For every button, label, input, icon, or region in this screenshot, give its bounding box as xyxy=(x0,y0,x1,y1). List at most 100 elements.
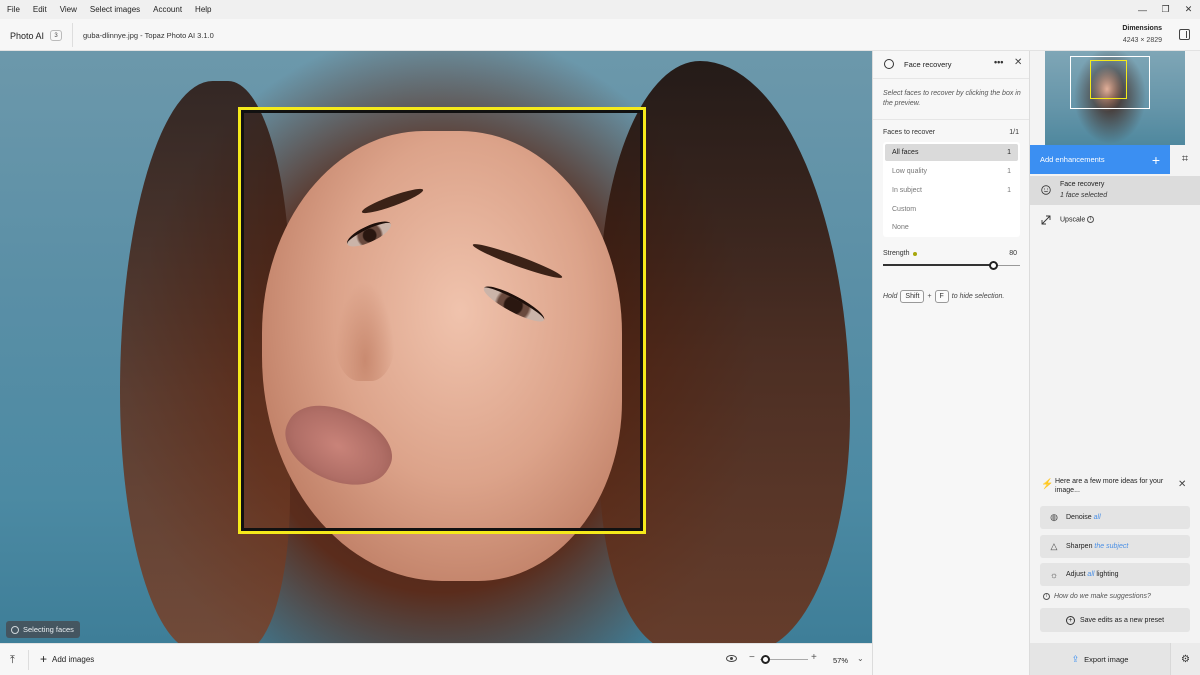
zoom-in-button[interactable]: + xyxy=(811,652,817,663)
export-image-button[interactable]: ⇪ Export image xyxy=(1030,643,1170,675)
add-images-button[interactable]: + Add images xyxy=(40,652,95,666)
save-preset-button[interactable]: + Save edits as a new preset xyxy=(1040,608,1190,632)
export-settings-icon[interactable]: ⚙ xyxy=(1170,643,1200,675)
how-suggestions-link[interactable]: i How do we make suggestions? xyxy=(1041,593,1151,600)
face-option-count: 1 xyxy=(1007,187,1011,194)
close-icon[interactable]: ✕ xyxy=(1178,479,1186,490)
save-preset-label: Save edits as a new preset xyxy=(1079,616,1165,624)
hint-suffix: to hide selection. xyxy=(951,293,1005,300)
dimensions-value: 4243 × 2829 xyxy=(1122,37,1162,44)
plus-icon: + xyxy=(40,652,48,666)
face-option-custom[interactable]: Custom xyxy=(885,201,1018,218)
add-images-label: Add images xyxy=(52,654,95,664)
enhancement-sub: 1 face selected xyxy=(1060,192,1108,199)
suggestion-text: Adjust all lighting xyxy=(1066,571,1119,578)
eye-icon[interactable] xyxy=(726,655,737,662)
info-icon: i xyxy=(1043,593,1050,600)
panel-divider xyxy=(873,119,1029,120)
suggestion-denoise[interactable]: ◍ Denoise all xyxy=(1040,506,1190,529)
image-preview[interactable]: Selecting faces xyxy=(0,51,872,643)
menu-view[interactable]: View xyxy=(53,5,83,14)
zoom-value[interactable]: 57% xyxy=(833,656,848,665)
lightning-icon: ⚡ xyxy=(1041,479,1054,490)
add-enhancements-label: Add enhancements xyxy=(1040,155,1105,164)
app-name[interactable]: Photo AI xyxy=(10,31,44,41)
info-icon[interactable]: i xyxy=(1087,216,1095,223)
export-icon: ⇪ xyxy=(1071,653,1080,664)
close-icon[interactable]: ✕ xyxy=(1014,57,1022,68)
hint-prefix: Hold xyxy=(883,293,898,300)
menu-help[interactable]: Help xyxy=(188,5,217,14)
enhancement-face-recovery[interactable]: Face recovery 1 face selected xyxy=(1030,176,1200,205)
faces-to-recover-label: Faces to recover xyxy=(883,129,936,136)
face-option-all[interactable]: All faces 1 xyxy=(885,144,1018,161)
title-divider xyxy=(72,23,73,47)
how-suggestions-label: How do we make suggestions? xyxy=(1054,593,1151,600)
face-recovery-help: Select faces to recover by clicking the … xyxy=(883,90,1021,107)
strength-value[interactable]: 80 xyxy=(1009,250,1017,257)
suggestion-adjust-lighting[interactable]: ☼ Adjust all lighting xyxy=(1040,563,1190,586)
shift-key: Shift xyxy=(900,290,925,303)
face-option-label: None xyxy=(892,224,909,231)
restore-button[interactable]: ❐ xyxy=(1154,0,1177,19)
suggestion-scope: all xyxy=(1093,514,1101,521)
face-recovery-header: Face recovery ••• ✕ xyxy=(873,51,1029,79)
suggestion-suffix: lighting xyxy=(1096,571,1119,578)
suggestion-text: Sharpen the subject xyxy=(1066,543,1128,550)
status-badge: Selecting faces xyxy=(6,621,80,638)
suggestion-scope: the subject xyxy=(1094,543,1129,550)
window-controls: — ❐ ✕ xyxy=(1131,0,1200,19)
suggestion-action: Adjust xyxy=(1066,571,1086,578)
bottom-toolbar: ⤒ + Add images − + 57% ⌄ xyxy=(0,643,872,675)
smile-icon xyxy=(11,625,19,634)
navigator-thumbnail[interactable] xyxy=(1045,51,1185,145)
face-option-count: 1 xyxy=(1007,168,1011,175)
sun-icon: ☼ xyxy=(1049,569,1059,580)
face-option-in-subject[interactable]: In subject 1 xyxy=(885,182,1018,199)
add-enhancements-button[interactable]: Add enhancements + xyxy=(1030,145,1170,174)
face-recovery-title: Face recovery xyxy=(904,60,952,69)
suggestion-sharpen[interactable]: △ Sharpen the subject xyxy=(1040,535,1190,558)
file-title: guba-dlinnye.jpg - Topaz Photo AI 3.1.0 xyxy=(83,31,214,40)
face-option-low-quality[interactable]: Low quality 1 xyxy=(885,163,1018,180)
suggestion-text: Denoise all xyxy=(1066,514,1101,521)
strength-label-row: Strength xyxy=(883,250,918,257)
enhancement-upscale[interactable]: Upscale i xyxy=(1030,206,1200,235)
suggestions-title: Here are a few more ideas for your image… xyxy=(1055,478,1164,494)
faces-count: 1/1 xyxy=(1009,129,1019,136)
plus-circle-icon: + xyxy=(1065,615,1075,625)
minimize-button[interactable]: — xyxy=(1131,0,1154,19)
upload-icon[interactable]: ⤒ xyxy=(10,654,15,667)
dimensions-label: Dimensions xyxy=(1122,25,1162,32)
right-panel: Add enhancements + ⌗ Face recovery 1 fac… xyxy=(1030,51,1200,675)
face-option-label: Custom xyxy=(892,206,917,213)
strength-indicator-icon xyxy=(913,251,918,256)
zoom-out-button[interactable]: − xyxy=(749,652,755,663)
upscale-label: Upscale xyxy=(1060,216,1086,224)
plus-icon: + xyxy=(1151,151,1160,168)
face-option-none[interactable]: None xyxy=(885,219,1018,236)
crop-icon[interactable]: ⌗ xyxy=(1170,145,1200,174)
image-count-badge[interactable]: 3 xyxy=(50,30,62,41)
smile-icon xyxy=(884,59,894,69)
title-bar: Photo AI 3 guba-dlinnye.jpg - Topaz Phot… xyxy=(0,19,1200,51)
f-key: F xyxy=(934,290,949,303)
panel-toggle-icon[interactable] xyxy=(1179,29,1190,40)
face-selection-box[interactable] xyxy=(238,107,646,534)
menu-account[interactable]: Account xyxy=(146,5,188,14)
zoom-slider-thumb[interactable] xyxy=(760,655,770,664)
face-option-label: In subject xyxy=(892,187,922,194)
export-label: Export image xyxy=(1084,654,1129,664)
globe-icon: ◍ xyxy=(1050,512,1058,522)
strength-slider-thumb[interactable] xyxy=(988,261,998,270)
menu-select-images[interactable]: Select images xyxy=(83,5,146,14)
more-options-button[interactable]: ••• xyxy=(994,57,1003,67)
suggestion-scope: all xyxy=(1087,571,1095,578)
hint-plus: + xyxy=(927,293,932,300)
smile-icon xyxy=(1041,185,1051,195)
face-option-count: 1 xyxy=(1007,149,1011,156)
chevron-down-icon[interactable]: ⌄ xyxy=(857,654,864,663)
close-window-button[interactable]: ✕ xyxy=(1177,0,1200,19)
menu-file[interactable]: File xyxy=(0,5,26,14)
menu-edit[interactable]: Edit xyxy=(26,5,53,14)
